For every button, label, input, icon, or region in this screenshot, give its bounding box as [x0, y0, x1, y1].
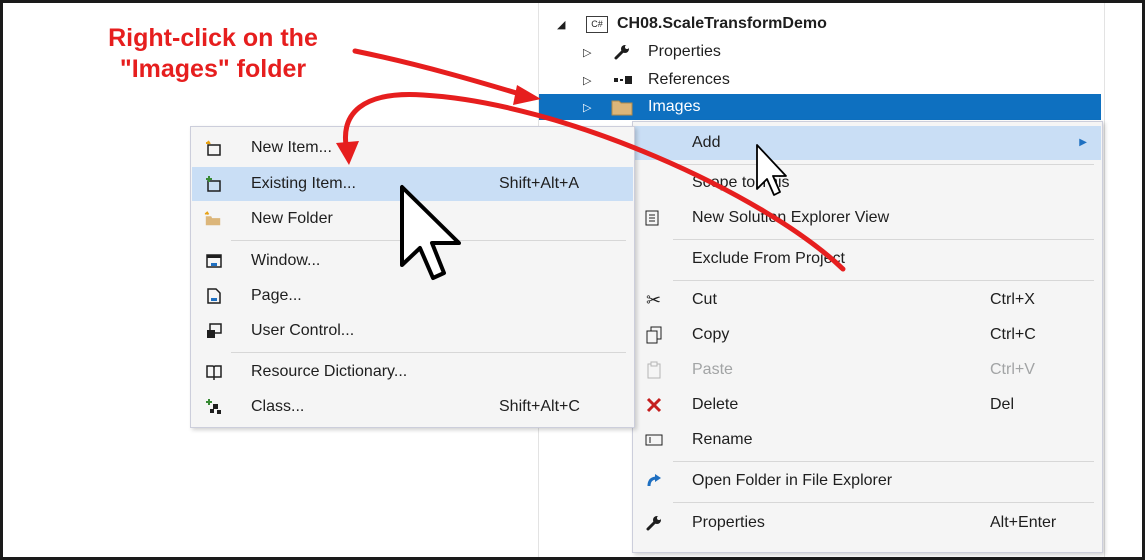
large-pointer-icon: [400, 185, 461, 280]
screenshot-frame: ◢ C# CH08.ScaleTransformDemo ▷ Propertie…: [0, 0, 1145, 560]
mouse-pointer-icon: [756, 144, 787, 196]
annotation-overlay: [336, 48, 846, 280]
